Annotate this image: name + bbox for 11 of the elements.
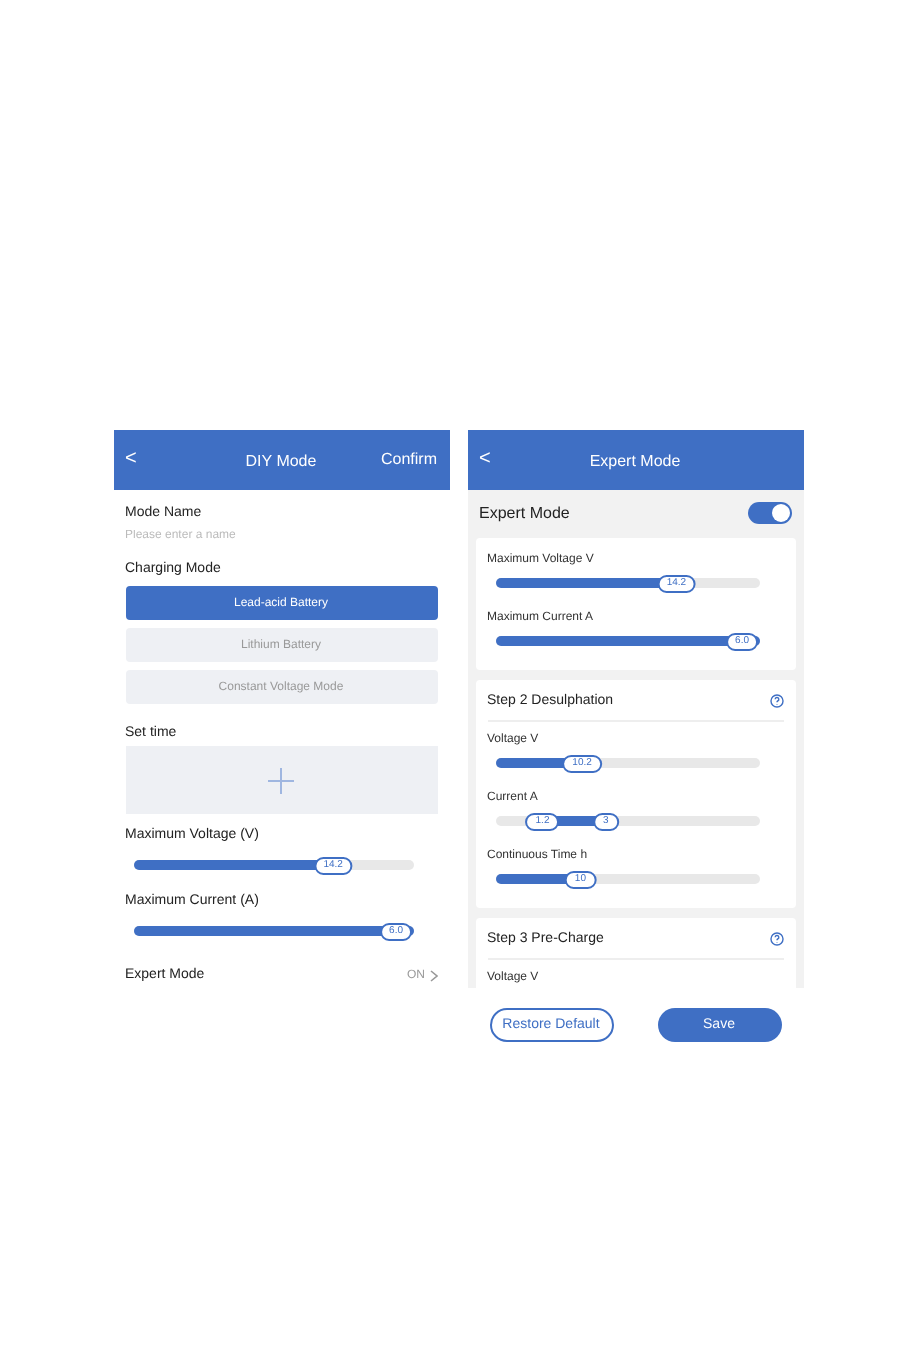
confirm-button[interactable]: Confirm (380, 450, 437, 470)
screen-title: Expert Mode (589, 451, 681, 469)
back-button[interactable]: < (479, 450, 491, 470)
help-icon[interactable] (769, 932, 783, 946)
chevron-icon[interactable] (429, 969, 437, 981)
setting-label: Expert Mode (479, 504, 570, 522)
screen-title: DIY Mode (245, 451, 317, 469)
expert-mode-switch[interactable] (747, 502, 791, 524)
plus-icon (268, 767, 294, 793)
back-button[interactable]: < (125, 450, 137, 470)
help-icon[interactable] (769, 694, 783, 708)
